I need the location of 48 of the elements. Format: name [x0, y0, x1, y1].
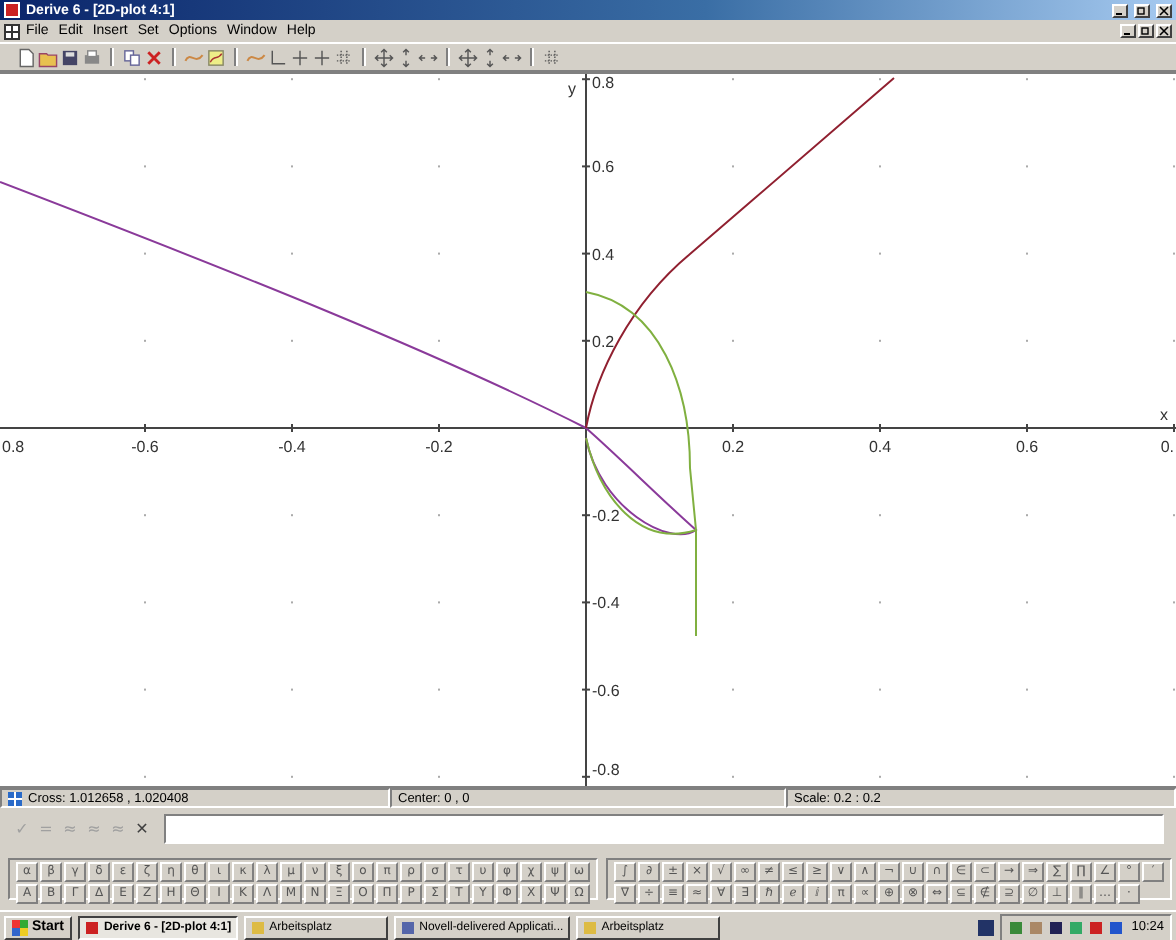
close-icon	[1158, 26, 1170, 36]
entry-button[interactable]: ✕	[132, 817, 152, 841]
close-button[interactable]	[1156, 3, 1172, 17]
y-tick-label: 0.8	[592, 74, 615, 92]
new-file-icon[interactable]	[16, 47, 36, 67]
y-axis-label: y	[568, 80, 576, 98]
open-folder-icon[interactable]	[38, 47, 58, 67]
print-icon[interactable]	[82, 47, 102, 67]
grid-icon	[8, 791, 22, 805]
x-tick-label: 0.4	[868, 438, 892, 456]
application-icon	[399, 919, 416, 935]
minimize-button[interactable]	[1112, 3, 1128, 17]
grid-icon[interactable]	[334, 47, 354, 67]
x-tick-label: -0.4	[278, 438, 306, 456]
x-tick-label: 0.6	[1015, 438, 1039, 456]
app-icon	[83, 919, 100, 935]
close-button[interactable]	[1156, 24, 1172, 38]
expression-input-field[interactable]	[164, 814, 1164, 844]
y-tick-label: -0.2	[592, 507, 620, 526]
x-axis-label: x	[1160, 406, 1168, 424]
y-tick-label: 0.6	[592, 158, 615, 177]
axes-icon[interactable]	[268, 47, 288, 67]
x-tick-label: 0.8	[2, 438, 25, 456]
y-tick-label: 0.4	[592, 245, 615, 264]
plot-window-icon[interactable]	[206, 47, 226, 67]
move-icon[interactable]	[374, 47, 394, 67]
x-tick-label: 0.	[1160, 438, 1174, 456]
delete-icon[interactable]	[144, 47, 164, 67]
x-tick-label: -0.2	[425, 438, 453, 456]
crosshair-icon[interactable]	[290, 47, 310, 67]
y-tick-label: -0.8	[592, 760, 620, 779]
close-icon	[1158, 5, 1170, 15]
app-icon	[4, 2, 20, 18]
x-tick-label: 0.2	[721, 438, 745, 456]
move-icon[interactable]	[458, 47, 478, 67]
x-tick-label: -0.6	[131, 438, 159, 456]
y-tick-label: 0.2	[592, 332, 615, 351]
minimize-button[interactable]	[1120, 24, 1136, 38]
y-tick-label: -0.4	[592, 594, 620, 613]
windows-flag-icon	[12, 919, 28, 935]
document-window-icon[interactable]	[4, 23, 20, 39]
grid-icon[interactable]	[542, 47, 562, 67]
crosshair-icon[interactable]	[312, 47, 332, 67]
save-icon[interactable]	[60, 47, 80, 67]
folder-icon	[249, 919, 266, 935]
y-tick-label: -0.6	[592, 681, 620, 700]
folder-icon	[581, 919, 598, 935]
copy-icon[interactable]	[122, 47, 142, 67]
